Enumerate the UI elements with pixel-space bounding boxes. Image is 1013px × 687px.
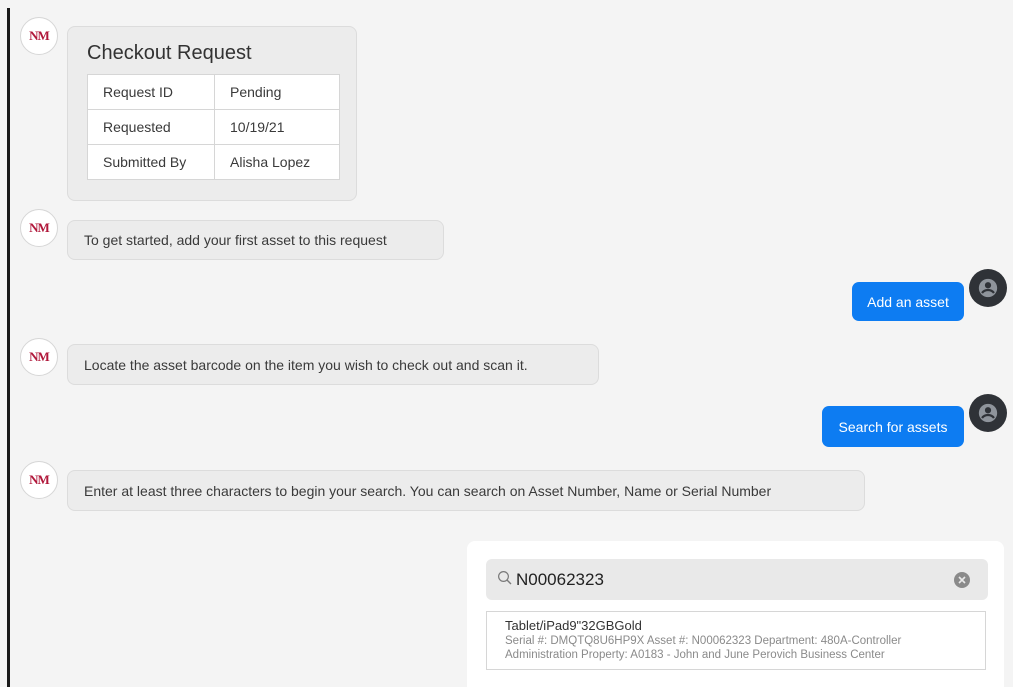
unm-logo-icon: NM <box>29 28 50 43</box>
bot-avatar: NM <box>20 338 58 376</box>
result-meta: Administration Property: A0183 - John an… <box>505 649 885 661</box>
search-icon <box>498 571 512 585</box>
table-row: Submitted By Alisha Lopez <box>87 144 340 180</box>
checkout-request-card: Checkout Request Request ID Pending Requ… <box>67 26 357 201</box>
left-divider <box>7 8 10 687</box>
row-value: Alisha Lopez <box>214 144 340 180</box>
bot-avatar: NM <box>20 17 58 55</box>
row-value: Pending <box>214 74 340 110</box>
close-circle-icon[interactable] <box>954 572 970 588</box>
result-meta: Serial #: DMQTQ8U6HP9X Asset #: N0006232… <box>505 635 902 647</box>
user-avatar <box>969 269 1007 307</box>
account-circle-icon <box>978 278 998 298</box>
unm-logo-icon: NM <box>29 220 50 235</box>
add-asset-button[interactable]: Add an asset <box>852 282 964 321</box>
result-name: Tablet/iPad9"32GBGold <box>505 618 642 633</box>
bot-avatar: NM <box>20 209 58 247</box>
search-box <box>486 559 988 600</box>
search-input[interactable] <box>516 567 936 593</box>
asset-search-panel: Tablet/iPad9"32GBGold Serial #: DMQTQ8U6… <box>467 541 1004 687</box>
row-label: Submitted By <box>87 144 215 180</box>
row-value: 10/19/21 <box>214 109 340 145</box>
search-assets-button[interactable]: Search for assets <box>822 406 964 447</box>
row-label: Request ID <box>87 74 215 110</box>
unm-logo-icon: NM <box>29 349 50 364</box>
close-icon <box>958 576 966 584</box>
unm-logo-icon: NM <box>29 472 50 487</box>
bot-avatar: NM <box>20 461 58 499</box>
table-row: Request ID Pending <box>87 74 340 110</box>
table-row: Requested 10/19/21 <box>87 109 340 145</box>
user-avatar <box>969 394 1007 432</box>
bot-message: Locate the asset barcode on the item you… <box>67 344 599 385</box>
checkout-details-table: Request ID Pending Requested 10/19/21 Su… <box>87 74 340 180</box>
search-result-item[interactable]: Tablet/iPad9"32GBGold Serial #: DMQTQ8U6… <box>486 611 986 670</box>
account-circle-icon <box>978 403 998 423</box>
row-label: Requested <box>87 109 215 145</box>
card-title: Checkout Request <box>87 42 252 64</box>
bot-message: To get started, add your first asset to … <box>67 220 444 260</box>
bot-message: Enter at least three characters to begin… <box>67 470 865 511</box>
